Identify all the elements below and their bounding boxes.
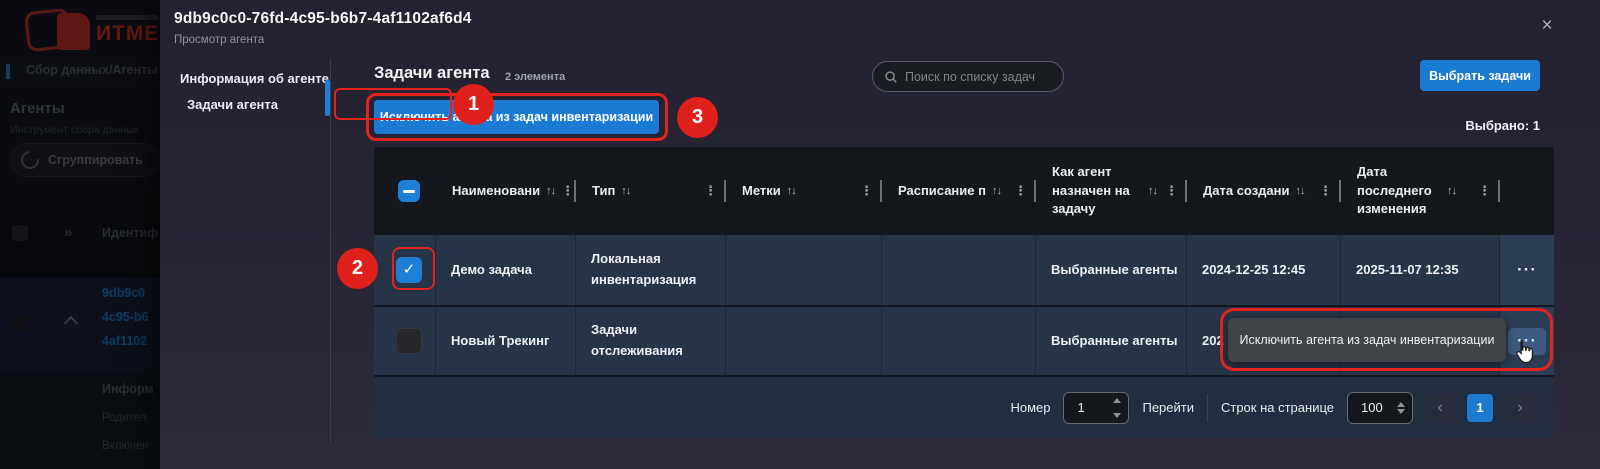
select-all-cell bbox=[374, 147, 436, 235]
go-to-page-button[interactable]: Перейти bbox=[1142, 400, 1194, 415]
actions-column-header bbox=[1500, 147, 1554, 235]
column-label: Метки bbox=[742, 182, 781, 201]
column-menu-icon[interactable]: ⋮ bbox=[1319, 183, 1332, 199]
row-actions-button[interactable]: ··· bbox=[1517, 256, 1537, 283]
table-cell bbox=[882, 307, 1036, 375]
rows-per-page-label: Строк на странице bbox=[1221, 400, 1334, 415]
rows-per-page-input[interactable] bbox=[1348, 393, 1392, 423]
sidebar-divider bbox=[330, 58, 331, 443]
column-menu-icon[interactable]: ⋮ bbox=[704, 183, 717, 199]
row-checkbox[interactable]: ✓ bbox=[396, 257, 422, 283]
column-header-5[interactable]: Как агент назначен на задачу ↑↓ ⋮ bbox=[1036, 147, 1187, 235]
table-cell: Новый Трекинг bbox=[436, 307, 576, 375]
column-header-3[interactable]: Метки ↑↓ ⋮ bbox=[726, 147, 882, 235]
agent-view-panel: 9db9c0c0-76fd-4c95-b6b7-4af1102af6d4 Про… bbox=[160, 0, 1600, 469]
task-search[interactable] bbox=[872, 61, 1064, 92]
sort-icon[interactable]: ↑↓ bbox=[1148, 185, 1157, 197]
table-cell bbox=[882, 235, 1036, 305]
table-cell: Задачи отслеживания bbox=[576, 307, 726, 375]
background-app: ИТМЕ Сбор данных/Агенты Агенты Инструмен… bbox=[0, 0, 162, 469]
table-cell bbox=[726, 307, 882, 375]
column-header-1[interactable]: Наименовани ↑↓ ⋮ bbox=[436, 147, 576, 235]
search-icon bbox=[884, 70, 898, 84]
spinner-down-icon[interactable] bbox=[1113, 413, 1121, 418]
dim-overlay bbox=[0, 0, 162, 469]
column-label: Дата последнего изменения bbox=[1357, 163, 1441, 220]
column-header-6[interactable]: Дата создани ↑↓ ⋮ bbox=[1187, 147, 1341, 235]
checkbox-cell: ✓ bbox=[374, 235, 436, 305]
pagination-bar: Номер Перейти Строк на странице ‹ 1 › bbox=[374, 375, 1554, 438]
table-row: Новый ТрекингЗадачи отслеживания Выбранны… bbox=[374, 305, 1554, 375]
row-actions-button[interactable]: ··· bbox=[1508, 328, 1546, 355]
table-cell: 2025-11-07 12:35 bbox=[1341, 235, 1500, 305]
page-number-input-box[interactable] bbox=[1063, 392, 1129, 424]
spinner-up-icon[interactable] bbox=[1397, 402, 1405, 407]
table-cell: Выбранные агенты bbox=[1036, 307, 1187, 375]
prev-page-button[interactable]: ‹ bbox=[1426, 394, 1454, 422]
row-checkbox[interactable] bbox=[396, 328, 422, 354]
rows-per-page-input-box[interactable] bbox=[1347, 392, 1413, 424]
sort-icon[interactable]: ↑↓ bbox=[546, 185, 555, 197]
column-label: Наименовани bbox=[452, 182, 540, 201]
sidebar-item-agent-tasks[interactable]: Задачи агента bbox=[187, 97, 278, 112]
column-header-2[interactable]: Тип ↑↓ ⋮ bbox=[576, 147, 726, 235]
column-menu-icon[interactable]: ⋮ bbox=[561, 183, 574, 199]
sort-icon[interactable]: ↑↓ bbox=[992, 185, 1001, 197]
column-label: Как агент назначен на задачу bbox=[1052, 163, 1142, 220]
table-cell: Демо задача bbox=[436, 235, 576, 305]
item-count: 2 элемента bbox=[505, 71, 565, 83]
sidebar-item-agent-info[interactable]: Информация об агенте bbox=[180, 71, 329, 86]
checkbox-cell bbox=[374, 307, 436, 375]
spinner-up-icon[interactable] bbox=[1113, 398, 1121, 403]
section-title: Задачи агента bbox=[374, 64, 490, 83]
column-menu-icon[interactable]: ⋮ bbox=[1165, 183, 1178, 199]
column-header-4[interactable]: Расписание п ↑↓ ⋮ bbox=[882, 147, 1036, 235]
table-body: ✓ Демо задачаЛокальная инвентаризация Выбр… bbox=[374, 235, 1554, 375]
selected-count-label: Выбрано: 1 bbox=[1465, 118, 1540, 133]
actions-cell: ··· bbox=[1500, 307, 1554, 375]
table-cell bbox=[726, 235, 882, 305]
page-number-label: Номер bbox=[1010, 400, 1050, 415]
column-label: Дата создани bbox=[1203, 182, 1290, 201]
column-menu-icon[interactable]: ⋮ bbox=[1014, 183, 1027, 199]
current-page-button[interactable]: 1 bbox=[1467, 394, 1493, 422]
table-cell: Локальная инвентаризация bbox=[576, 235, 726, 305]
sort-icon[interactable]: ↑↓ bbox=[787, 185, 796, 197]
screen: ИТМЕ Сбор данных/Агенты Агенты Инструмен… bbox=[0, 0, 1600, 469]
sort-icon[interactable]: ↑↓ bbox=[1447, 185, 1456, 197]
select-all-checkbox[interactable] bbox=[398, 180, 420, 202]
table-cell bbox=[1341, 307, 1500, 375]
tasks-table: Наименовани↑↓⋮Тип↑↓⋮Метки↑↓⋮Расписание п… bbox=[374, 147, 1554, 438]
ellipsis-icon: ··· bbox=[1517, 327, 1537, 354]
column-label: Тип bbox=[592, 182, 615, 201]
spinner-down-icon[interactable] bbox=[1397, 409, 1405, 414]
next-page-button[interactable]: › bbox=[1506, 394, 1534, 422]
close-icon[interactable]: × bbox=[1534, 13, 1560, 39]
table-cell: Выбранные агенты bbox=[1036, 235, 1187, 305]
table-cell: 2024-12-25 12:45 bbox=[1187, 235, 1341, 305]
table-cell: 202 bbox=[1187, 307, 1341, 375]
column-header-7[interactable]: Дата последнего изменения ↑↓ ⋮ bbox=[1341, 147, 1500, 235]
exclude-agent-button[interactable]: Исключить агента из задач инвентаризации bbox=[374, 100, 659, 134]
table-header-row: Наименовани↑↓⋮Тип↑↓⋮Метки↑↓⋮Расписание п… bbox=[374, 147, 1554, 235]
footer-divider bbox=[1207, 394, 1208, 422]
panel-subtitle: Просмотр агента bbox=[174, 34, 264, 46]
column-label: Расписание п bbox=[898, 182, 986, 201]
sort-icon[interactable]: ↑↓ bbox=[621, 185, 630, 197]
column-menu-icon[interactable]: ⋮ bbox=[1478, 183, 1491, 199]
page-number-input[interactable] bbox=[1064, 393, 1108, 423]
actions-cell: ··· bbox=[1500, 235, 1554, 305]
table-row: ✓ Демо задачаЛокальная инвентаризация Выбр… bbox=[374, 235, 1554, 305]
search-input[interactable] bbox=[905, 70, 1055, 84]
select-tasks-button[interactable]: Выбрать задачи bbox=[1420, 60, 1540, 91]
panel-title: 9db9c0c0-76fd-4c95-b6b7-4af1102af6d4 bbox=[174, 10, 472, 28]
sort-icon[interactable]: ↑↓ bbox=[1296, 185, 1305, 197]
column-menu-icon[interactable]: ⋮ bbox=[860, 183, 873, 199]
